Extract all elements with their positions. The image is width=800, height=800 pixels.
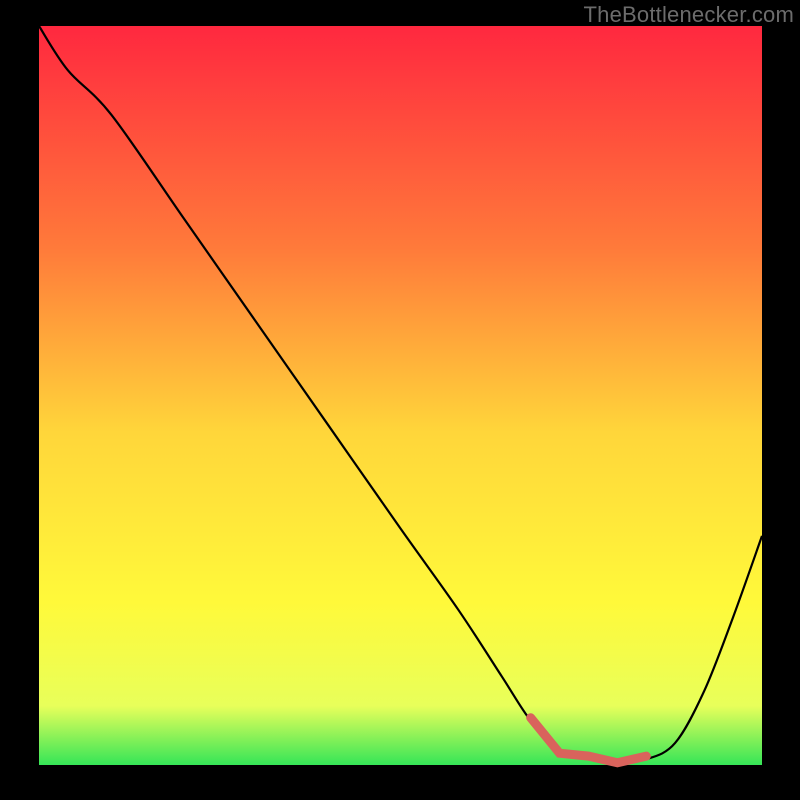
bottleneck-chart — [0, 0, 800, 800]
chart-frame: { "attribution": "TheBottlenecker.com", … — [0, 0, 800, 800]
plot-background — [39, 26, 762, 765]
attribution-text: TheBottlenecker.com — [584, 2, 794, 28]
